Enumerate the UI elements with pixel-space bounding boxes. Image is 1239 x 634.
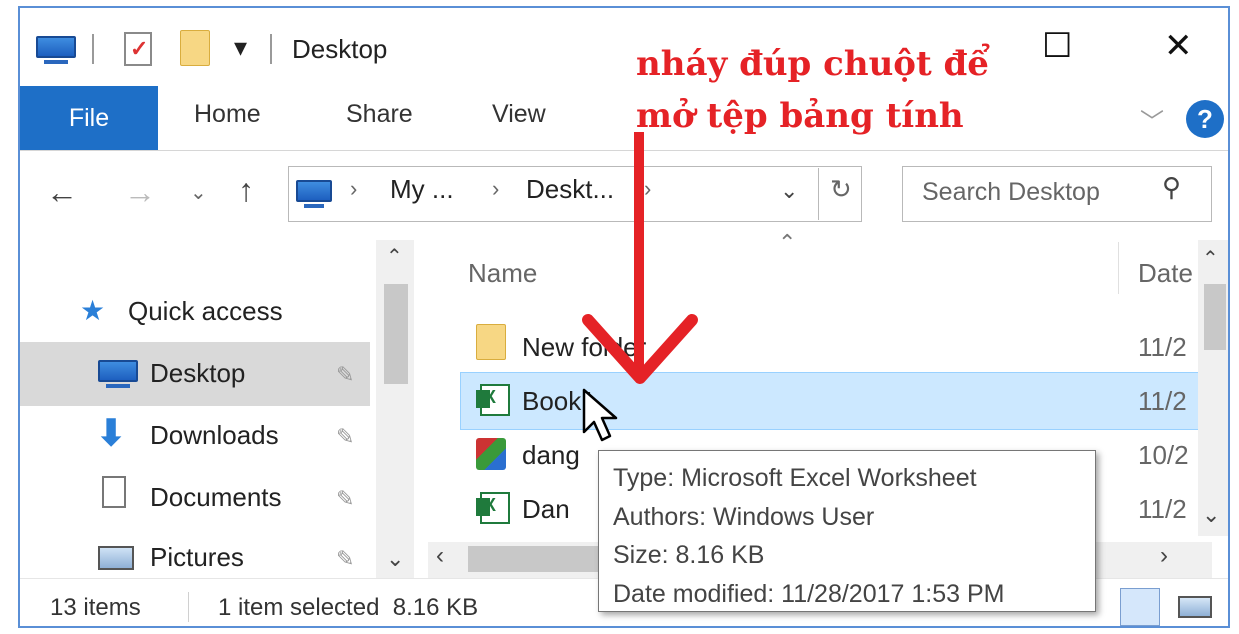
column-header-date[interactable]: Date <box>1138 258 1193 289</box>
details-view-button[interactable] <box>1120 588 1160 626</box>
address-dropdown-icon[interactable]: ⌄ <box>780 178 798 204</box>
title-separator <box>92 34 94 64</box>
help-icon[interactable]: ? <box>1186 100 1224 138</box>
pictures-icon <box>98 546 134 570</box>
this-pc-icon <box>36 36 76 64</box>
pin-icon[interactable]: ✎ <box>336 362 354 388</box>
tab-view[interactable]: View <box>492 100 546 129</box>
image-file-icon <box>476 438 506 470</box>
arrow-head-icon <box>582 314 698 384</box>
refresh-icon[interactable]: ↻ <box>830 174 852 205</box>
mouse-cursor-icon <box>582 388 618 442</box>
address-chevron-icon[interactable]: › <box>492 176 499 202</box>
file-name[interactable]: dang <box>522 440 580 471</box>
sidebar-item-label: Desktop <box>150 358 246 388</box>
address-chevron-icon[interactable]: › <box>350 176 357 202</box>
scroll-right-icon[interactable]: › <box>1160 542 1168 570</box>
column-divider[interactable] <box>1118 242 1119 294</box>
scroll-up-icon[interactable]: ⌃ <box>386 244 403 269</box>
excel-file-icon <box>476 384 510 416</box>
sidebar-item-documents[interactable]: Documents <box>150 482 282 513</box>
pin-icon[interactable]: ✎ <box>336 486 354 512</box>
breadcrumb-segment[interactable]: My ... <box>390 174 454 205</box>
close-button[interactable]: ✕ <box>1164 26 1193 66</box>
file-date: 11/2 <box>1138 332 1187 362</box>
expand-ribbon-icon[interactable]: ﹀ <box>1140 102 1164 137</box>
file-date: 10/2 <box>1138 440 1189 470</box>
horizontal-scroll-thumb[interactable] <box>468 546 608 572</box>
sidebar-item-downloads[interactable]: Downloads <box>150 420 279 451</box>
scroll-down-icon[interactable]: ⌄ <box>386 546 404 572</box>
properties-icon[interactable]: ✓ <box>124 32 152 66</box>
ribbon-divider <box>20 150 1228 151</box>
window-title: Desktop <box>292 34 388 64</box>
pin-icon[interactable]: ✎ <box>336 424 354 450</box>
maximize-button[interactable]: ☐ <box>1042 26 1072 66</box>
file-date: 11/2 <box>1138 494 1187 524</box>
annotation-line-1: nháy đúp chuột để <box>636 44 989 84</box>
forward-button[interactable]: → <box>124 174 156 211</box>
tooltip-size: Size: 8.16 KB <box>613 541 765 569</box>
address-divider <box>818 168 819 220</box>
file-info-tooltip: Type: Microsoft Excel Worksheet Authors:… <box>598 450 1096 612</box>
scroll-down-icon[interactable]: ⌄ <box>1202 502 1220 528</box>
explorer-window: ✓ ▾ Desktop ☐ ✕ File Home Share View ﹀ ?… <box>18 6 1230 628</box>
folder-icon <box>476 324 506 360</box>
address-pc-icon <box>296 180 332 208</box>
downloads-icon: ⬇ <box>96 412 127 453</box>
tab-file[interactable]: File <box>20 86 158 150</box>
column-header-name[interactable]: Name <box>468 258 537 289</box>
pin-icon[interactable]: ✎ <box>336 546 354 572</box>
scroll-up-icon[interactable]: ⌃ <box>1202 246 1219 271</box>
customize-quick-access-icon[interactable]: ▾ <box>234 32 247 63</box>
selection-info: 1 item selected 8.16 KB <box>218 594 479 621</box>
tooltip-authors: Authors: Windows User <box>613 502 875 531</box>
nav-pane-scroll-thumb[interactable] <box>384 284 408 384</box>
excel-file-icon <box>476 492 510 524</box>
search-placeholder: Search Desktop <box>922 178 1100 206</box>
search-icon[interactable]: ⚲ <box>1162 172 1181 203</box>
quick-access-star-icon: ★ <box>80 295 106 326</box>
new-folder-icon[interactable] <box>180 30 210 66</box>
sidebar-item-pictures[interactable]: Pictures <box>150 542 244 573</box>
title-separator-2 <box>270 34 272 64</box>
item-count: 13 items <box>50 594 141 621</box>
desktop-icon <box>98 360 138 388</box>
large-icons-view-button[interactable] <box>1178 596 1212 618</box>
tooltip-type: Type: Microsoft Excel Worksheet <box>613 464 977 492</box>
breadcrumb-segment[interactable]: Deskt... <box>526 174 614 205</box>
documents-icon <box>102 476 126 508</box>
file-list-scroll-thumb[interactable] <box>1204 284 1226 350</box>
quick-access-label[interactable]: Quick access <box>128 296 283 327</box>
address-chevron-icon[interactable]: › <box>644 176 651 202</box>
annotation-line-2: mở tệp bảng tính <box>636 96 964 136</box>
recent-locations-icon[interactable]: ⌄ <box>190 180 207 205</box>
status-separator <box>188 592 189 622</box>
tab-share[interactable]: Share <box>346 100 413 129</box>
file-name[interactable]: Dan <box>522 494 570 525</box>
tooltip-date-modified: Date modified: 11/28/2017 1:53 PM <box>613 579 1005 608</box>
back-button[interactable]: ← <box>46 174 78 211</box>
scroll-left-icon[interactable]: ‹ <box>436 542 444 570</box>
sort-ascending-icon: ⌃ <box>778 230 797 255</box>
up-button[interactable]: ↑ <box>238 172 254 209</box>
file-date: 11/2 <box>1138 386 1187 416</box>
tab-home[interactable]: Home <box>194 100 261 129</box>
